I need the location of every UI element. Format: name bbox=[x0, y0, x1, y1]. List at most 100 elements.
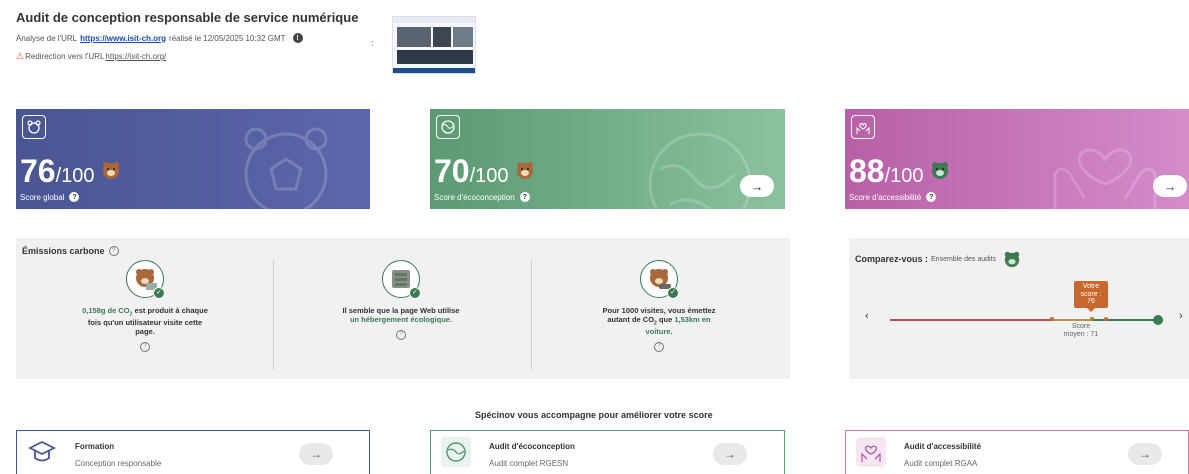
thumbnail-block bbox=[433, 27, 451, 47]
help-icon[interactable]: ? bbox=[926, 192, 937, 202]
bear-badge-icon bbox=[516, 162, 533, 179]
thumbnail-footer-bar bbox=[393, 68, 475, 73]
bear-badge-icon bbox=[102, 162, 119, 179]
next-arrow-icon[interactable]: › bbox=[1179, 310, 1183, 322]
thumbnail-block bbox=[397, 50, 473, 64]
previous-arrow-icon[interactable]: ‹ bbox=[865, 310, 869, 322]
help-icon[interactable]: ? bbox=[140, 341, 150, 352]
service-title: Audit d'accessibilité bbox=[904, 442, 982, 451]
eco-score-value: 70 /100 bbox=[434, 153, 535, 190]
arrow-right-icon: → bbox=[310, 447, 322, 461]
emissions-title: Émissions carbone ? bbox=[22, 246, 119, 256]
compare-subtitle[interactable]: Ensemble des audits bbox=[931, 256, 996, 263]
accessibility-score-label-text: Score d'accessibilité bbox=[849, 192, 922, 202]
formation-arrow-button[interactable]: → bbox=[299, 443, 333, 465]
check-icon: ✓ bbox=[409, 287, 421, 299]
arrow-right-icon: → bbox=[1139, 447, 1151, 461]
per-visit-line2: fois qu'un utilisateur visite cette bbox=[87, 317, 203, 327]
meta-suffix: réalisé le 12/05/2025 10:32 GMT bbox=[169, 33, 286, 43]
thumbnail-block bbox=[453, 27, 473, 47]
your-score-line1: Votre bbox=[1082, 283, 1100, 290]
per-1000-line3: voiture. bbox=[645, 327, 673, 337]
service-card-accessibility-audit[interactable]: Audit d'accessibilité Audit complet RGAA… bbox=[845, 430, 1189, 474]
accessibility-audit-arrow-button[interactable]: → bbox=[1128, 443, 1162, 465]
global-score-max: /100 bbox=[55, 165, 95, 187]
accessibility-score-max: /100 bbox=[884, 165, 924, 187]
service-title: Audit d'écoconception bbox=[489, 442, 575, 451]
heart-hands-icon bbox=[856, 437, 886, 467]
eco-audit-arrow-button[interactable]: → bbox=[713, 443, 747, 465]
heart-hands-watermark-icon bbox=[1053, 148, 1157, 209]
per-1000-line2b: que bbox=[656, 315, 675, 325]
accessibility-details-button[interactable]: → bbox=[1153, 175, 1187, 197]
beaver-face-icon bbox=[22, 115, 46, 139]
accessibility-score-value: 88 /100 bbox=[849, 153, 950, 190]
heart-hands-icon bbox=[851, 115, 875, 139]
check-icon: ✓ bbox=[153, 287, 165, 299]
service-subtitle: Audit complet RGESN bbox=[489, 459, 569, 468]
average-score-line2: moyen : 71 bbox=[1063, 331, 1099, 339]
average-score-label: Score moyen : 71 bbox=[1051, 323, 1111, 340]
per-visit-text: 0,158g de CO2 est produit à chaque fois … bbox=[82, 306, 208, 337]
emissions-title-text: Émissions carbone bbox=[22, 246, 105, 256]
warning-icon: ⚠ bbox=[16, 51, 25, 61]
divider bbox=[531, 260, 532, 370]
accessibility-score-label: Score d'accessibilité ? bbox=[849, 192, 937, 202]
meta-prefix: Analyse de l'URL bbox=[16, 33, 78, 43]
more-options-icon[interactable]: : bbox=[371, 38, 374, 48]
compare-panel: Comparez-vous : Ensemble des audits ‹ Vo… bbox=[849, 238, 1189, 379]
arrow-right-icon: → bbox=[1163, 178, 1177, 194]
redirect-prefix: Redirection vers l'URL bbox=[25, 52, 105, 61]
server-icon: ✓ bbox=[382, 260, 421, 299]
thumbnail-block bbox=[397, 27, 431, 47]
accompany-title: Spécinov vous accompagne pour améliorer … bbox=[475, 410, 713, 420]
per-1000-line2a: autant de CO bbox=[607, 315, 655, 325]
per-1000-line1: Pour 1000 visites, vous émettez bbox=[602, 306, 716, 315]
average-score-line1: Score bbox=[1071, 323, 1091, 330]
green-hosting: ✓ Il semble que la page Web utilise un h… bbox=[276, 260, 526, 372]
your-score-line2: score : bbox=[1080, 290, 1102, 298]
score-scale bbox=[890, 315, 1163, 325]
service-title: Formation bbox=[75, 442, 115, 451]
service-card-eco-audit[interactable]: Audit d'écoconception Audit complet RGES… bbox=[430, 430, 785, 474]
check-icon: ✓ bbox=[667, 287, 679, 299]
page-screenshot-thumbnail[interactable] bbox=[392, 16, 476, 74]
help-icon[interactable]: ? bbox=[654, 341, 664, 352]
eco-score-number: 70 bbox=[434, 153, 470, 189]
green-hosting-line2: un hébergement écologique. bbox=[349, 315, 453, 325]
redirect-url-link[interactable]: https://isit-ch.org/ bbox=[105, 52, 166, 61]
service-subtitle: Conception responsable bbox=[75, 459, 162, 468]
accessibility-score-number: 88 bbox=[849, 153, 885, 189]
beaver-car-icon: ✓ bbox=[640, 260, 679, 299]
your-score-value: 76 bbox=[1087, 298, 1095, 306]
arrow-right-icon: → bbox=[724, 447, 736, 461]
scale-end-marker bbox=[1153, 315, 1163, 325]
arrow-right-icon: → bbox=[750, 178, 764, 194]
scale-orange-segment bbox=[1052, 319, 1092, 321]
info-icon[interactable]: ! bbox=[292, 33, 303, 43]
help-icon[interactable]: ? bbox=[519, 192, 530, 202]
help-icon[interactable]: ? bbox=[396, 329, 406, 340]
eco-score-card: 70 /100 Score d'écoconception ? → bbox=[430, 109, 785, 209]
global-score-number: 76 bbox=[20, 153, 56, 189]
car-distance: 1,53km en bbox=[674, 315, 711, 325]
scale-green-segment bbox=[1092, 319, 1158, 321]
help-icon[interactable]: ? bbox=[69, 192, 80, 202]
bear-badge-green-icon bbox=[931, 162, 948, 179]
eco-score-max: /100 bbox=[469, 165, 509, 187]
compare-title-text: Comparez-vous : bbox=[855, 254, 929, 264]
global-score-label-text: Score global bbox=[20, 192, 65, 202]
service-card-formation[interactable]: Formation Conception responsable → bbox=[16, 430, 370, 474]
audited-url-link[interactable]: https://www.isit-ch.org bbox=[80, 34, 166, 43]
eco-details-button[interactable]: → bbox=[740, 175, 774, 197]
audit-meta: Analyse de l'URL https://www.isit-ch.org… bbox=[16, 33, 303, 43]
help-icon[interactable]: ? bbox=[108, 246, 119, 256]
emissions-per-1000-visits: ✓ Pour 1000 visites, vous émettez autant… bbox=[534, 260, 784, 372]
scale-tick bbox=[1090, 317, 1094, 321]
your-score-marker: Votre score : 76 bbox=[1074, 281, 1108, 313]
green-hosting-text: Il semble que la page Web utilise un héb… bbox=[343, 306, 460, 325]
globe-icon bbox=[436, 115, 460, 139]
service-subtitle: Audit complet RGAA bbox=[904, 459, 978, 468]
beaver-watermark-icon bbox=[244, 127, 328, 209]
scale-red-segment bbox=[890, 319, 1052, 321]
